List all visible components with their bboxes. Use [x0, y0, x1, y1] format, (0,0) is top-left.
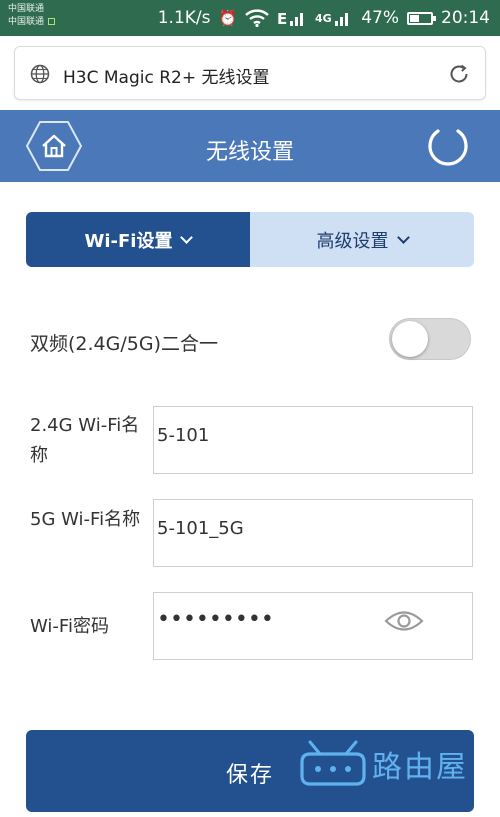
wifi-24g-name-value: 5-101 [157, 425, 210, 446]
tab-wifi-settings[interactable]: Wi-Fi设置 [26, 212, 250, 267]
clock: 20:14 [441, 8, 490, 28]
carrier-info: 中国联通 中国联通 [8, 3, 56, 29]
wifi-5g-name-label: 5G Wi-Fi名称 [30, 509, 141, 530]
dual-band-label: 双频(2.4G/5G)二合一 [30, 333, 218, 355]
router-logo-icon [300, 740, 366, 786]
alarm-icon: ⏰ [218, 9, 238, 27]
status-bar: 中国联通 中国联通 1.1K/s ⏰ E 4G 47% 20:14 [0, 0, 500, 36]
watermark: 路由屋 [296, 736, 482, 792]
carrier-2: 中国联通 [8, 17, 45, 27]
app-header: 无线设置 [0, 110, 500, 182]
sim-icon [48, 18, 56, 25]
battery-icon [407, 11, 436, 25]
reload-icon[interactable] [447, 62, 471, 86]
wifi-password-input[interactable]: ••••••••• [153, 592, 473, 660]
wifi-password-value: ••••••••• [157, 607, 274, 632]
battery-percent: 47% [361, 8, 399, 28]
chevron-down-icon [396, 231, 410, 244]
battery-level [410, 14, 419, 22]
wifi-5g-name-value: 5-101_5G [157, 518, 244, 539]
globe-icon [30, 64, 50, 84]
settings-tabs: Wi-Fi设置 高级设置 [26, 212, 474, 267]
wifi-24g-name-label: 2.4G Wi-Fi名称 [30, 415, 140, 466]
status-icons: 1.1K/s ⏰ E 4G 47% 20:14 [158, 0, 490, 36]
browser-address-bar[interactable]: H3C Magic R2+ 无线设置 [14, 46, 486, 100]
svg-text:E: E [277, 10, 287, 27]
tab-advanced-settings-label: 高级设置 [316, 230, 389, 252]
network-speed: 1.1K/s [157, 8, 211, 28]
watermark-text: 路由屋 [372, 750, 468, 785]
dual-band-toggle[interactable] [389, 318, 471, 360]
signal-e-icon: E [277, 10, 304, 27]
signal-4g-label: 4G [315, 12, 332, 25]
refresh-icon[interactable] [426, 124, 470, 168]
page-title: 无线设置 [205, 140, 294, 165]
eye-icon[interactable] [384, 606, 424, 636]
chevron-down-icon [180, 231, 194, 244]
carrier-1: 中国联通 [8, 4, 45, 14]
wifi-password-label: Wi-Fi密码 [30, 616, 109, 637]
browser-page-title: H3C Magic R2+ 无线设置 [63, 68, 270, 88]
wifi-5g-name-input[interactable]: 5-101_5G [153, 499, 473, 567]
tab-advanced-settings[interactable]: 高级设置 [250, 212, 474, 267]
tab-wifi-settings-label: Wi-Fi设置 [84, 230, 173, 252]
signal-4g-icon: 4G [315, 12, 349, 26]
toggle-knob [392, 321, 428, 357]
wifi-24g-name-input[interactable]: 5-101 [153, 406, 473, 474]
wifi-icon [245, 9, 270, 27]
